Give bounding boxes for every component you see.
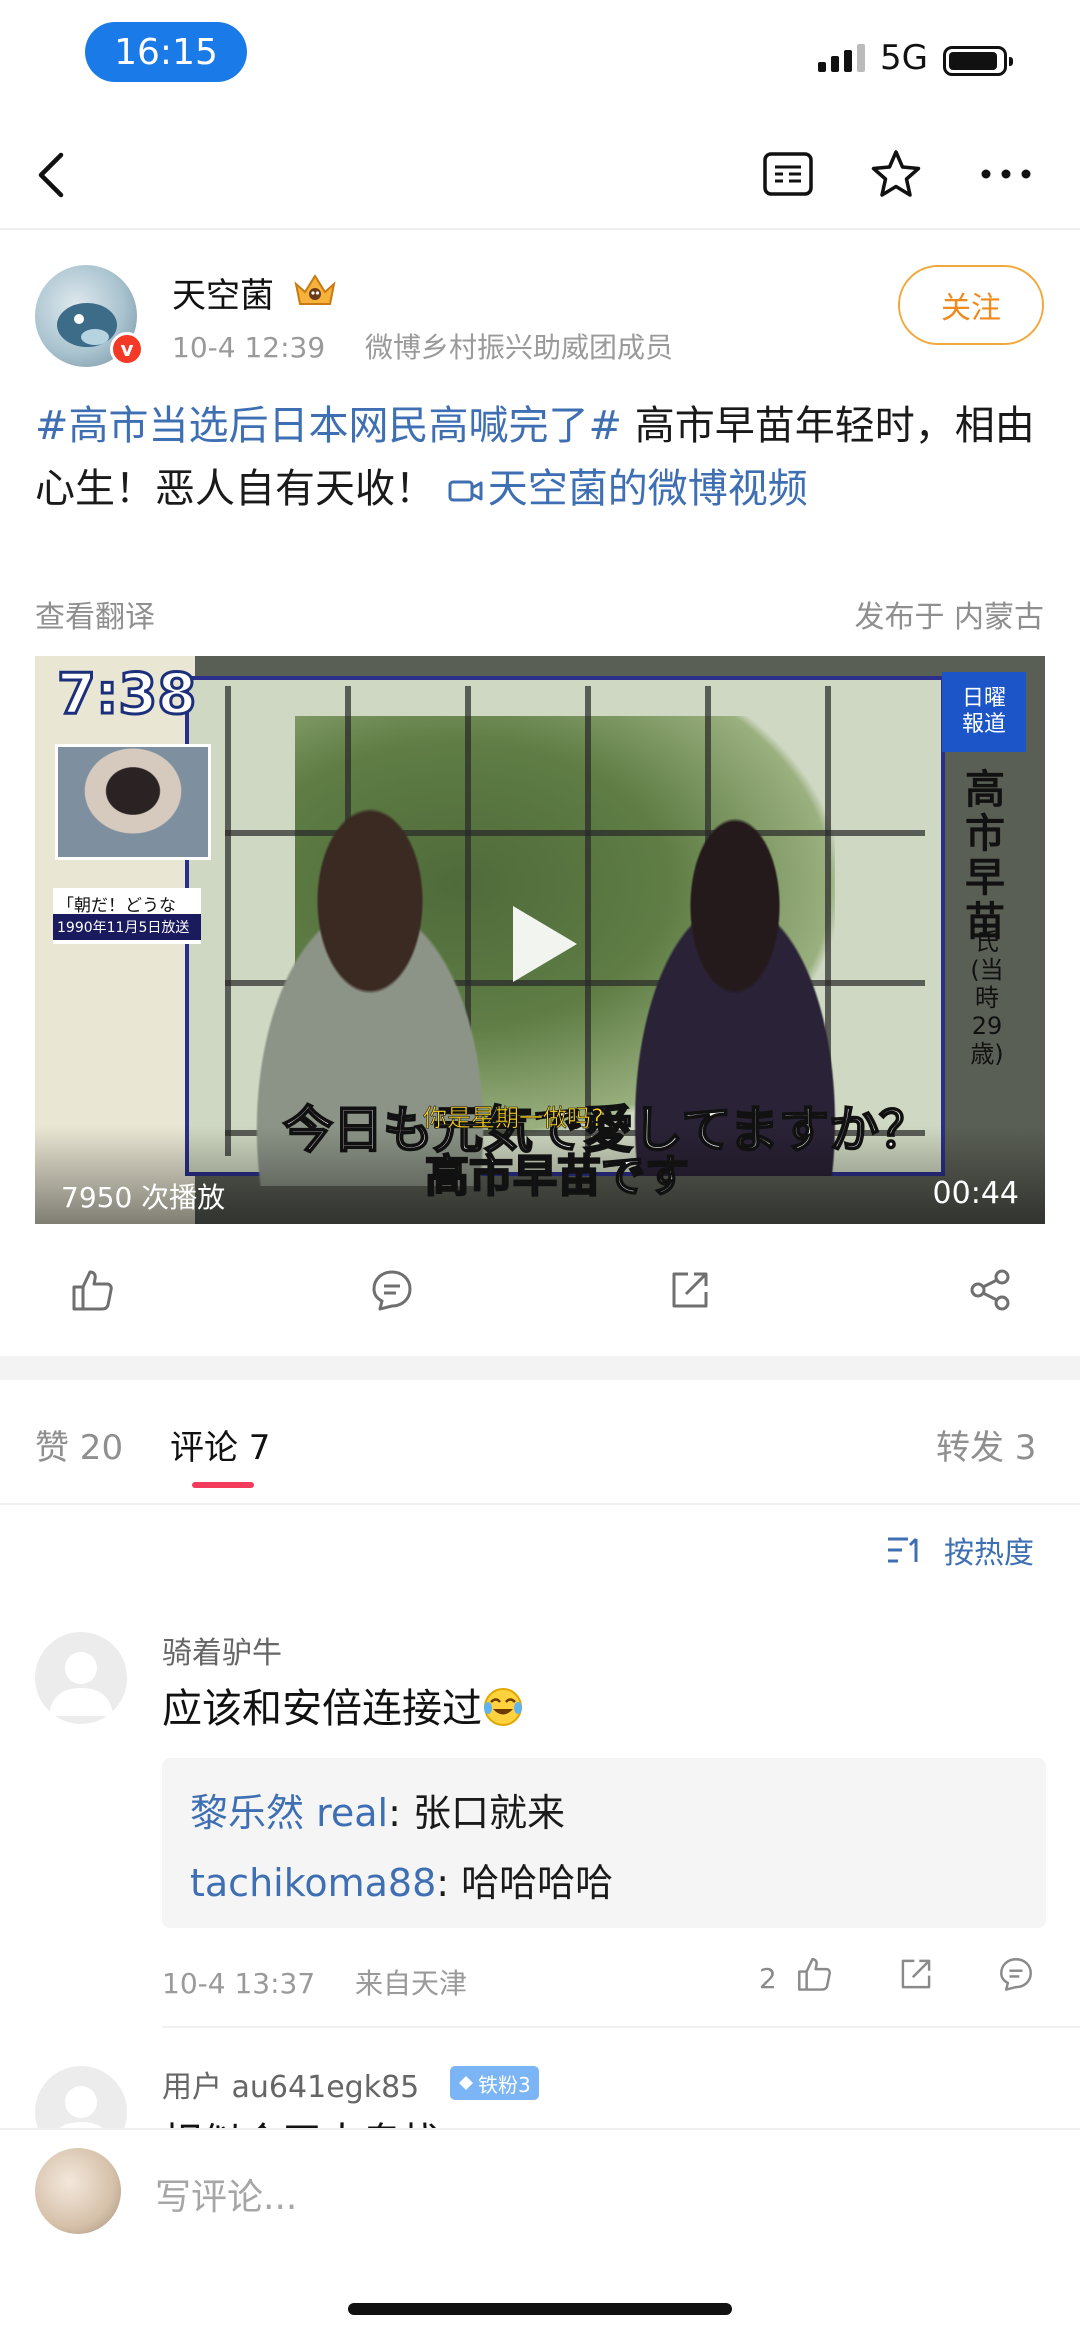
post-location: 发布于 内蒙古 bbox=[854, 600, 1044, 635]
signal-icon bbox=[818, 44, 865, 72]
network-label: 5G bbox=[880, 38, 928, 78]
home-indicator bbox=[348, 2303, 732, 2315]
comment-author[interactable]: 用户 au641egk85 bbox=[162, 2062, 419, 2106]
comment-time: 10-4 13:37 bbox=[162, 1967, 316, 2000]
share-icon[interactable] bbox=[960, 1260, 1020, 1320]
my-avatar[interactable] bbox=[35, 2148, 121, 2234]
sort-icon bbox=[888, 1537, 918, 1563]
reply-text: : 张口就来 bbox=[388, 1791, 565, 1835]
sort-button[interactable]: 按热度 bbox=[886, 1528, 1034, 1572]
reply-item: tachikoma88: 哈哈哈哈 bbox=[190, 1852, 613, 1907]
video-overlay-time: 7:38 bbox=[55, 661, 197, 729]
author-name[interactable]: 天空菌 bbox=[172, 268, 274, 317]
video-link[interactable]: 天空菌的微博视频 bbox=[448, 466, 808, 512]
video-vertical-name: 高市早苗 bbox=[965, 767, 1005, 945]
reply-box[interactable]: 黎乐然 real: 张口就来 tachikoma88: 哈哈哈哈 bbox=[162, 1758, 1046, 1928]
reply-item: 黎乐然 real: 张口就来 bbox=[190, 1782, 565, 1837]
nav-divider bbox=[0, 228, 1080, 230]
post-time: 10-4 12:39 bbox=[172, 331, 326, 364]
comment-icon[interactable] bbox=[362, 1260, 422, 1320]
laugh-cry-emoji-icon bbox=[484, 1688, 522, 1726]
video-link-label: 天空菌的微博视频 bbox=[487, 466, 808, 512]
comment-from: 来自天津 bbox=[354, 1967, 467, 2000]
like-icon[interactable] bbox=[62, 1260, 122, 1320]
crown-icon bbox=[292, 270, 338, 310]
comment-divider bbox=[162, 2026, 1080, 2028]
comment-text: 应该和安倍连接过 bbox=[162, 1676, 524, 1734]
comment-like-icon[interactable] bbox=[796, 1956, 836, 1996]
reply-author[interactable]: 黎乐然 real bbox=[190, 1791, 388, 1835]
video-player[interactable]: 7:38 「朝だ！どうなる」 1990年11月5日放送 日曜報道 高市早苗 氏(… bbox=[35, 656, 1045, 1224]
video-caption-date: 1990年11月5日放送 bbox=[53, 914, 201, 940]
comment-reply-icon[interactable] bbox=[998, 1956, 1038, 1996]
comment-forward-icon[interactable] bbox=[898, 1956, 938, 1996]
video-inset bbox=[55, 744, 211, 860]
tab-reposts[interactable]: 转发 3 bbox=[936, 1420, 1036, 1469]
status-time: 16:15 bbox=[85, 22, 247, 82]
reply-author[interactable]: tachikoma88 bbox=[190, 1861, 436, 1905]
reply-text: : 哈哈哈哈 bbox=[436, 1861, 614, 1905]
diamond-icon bbox=[459, 2076, 473, 2090]
video-subtitle-cn: 你是星期一做吗? bbox=[423, 1104, 604, 1133]
logo-line-2: 報道 bbox=[961, 712, 1006, 737]
tab-comments[interactable]: 评论 7 bbox=[170, 1420, 270, 1469]
more-icon[interactable] bbox=[976, 144, 1036, 204]
star-icon[interactable] bbox=[866, 144, 926, 204]
translate-link[interactable]: 查看翻译 bbox=[35, 592, 155, 636]
post-source: 微博乡村振兴助威团成员 bbox=[364, 331, 673, 364]
sort-label: 按热度 bbox=[944, 1536, 1034, 1571]
video-vertical-note: 氏(当時29歳) bbox=[970, 928, 1004, 1068]
comment-author[interactable]: 骑着驴牛 bbox=[162, 1628, 282, 1672]
reader-icon[interactable] bbox=[756, 144, 820, 204]
follow-button[interactable]: 关注 bbox=[898, 265, 1044, 345]
comment-input[interactable]: 写评论... bbox=[155, 2168, 297, 2220]
section-gap bbox=[0, 1356, 1080, 1380]
logo-line-1: 日曜 bbox=[961, 686, 1006, 711]
tab-likes[interactable]: 赞 20 bbox=[35, 1420, 123, 1469]
video-camera-icon bbox=[448, 480, 483, 502]
video-views: 7950 次播放 bbox=[61, 1181, 226, 1214]
fan-badge-label: 铁粉3 bbox=[478, 2072, 531, 2097]
back-icon[interactable] bbox=[20, 145, 80, 205]
comment-meta: 10-4 13:37 来自天津 bbox=[162, 1962, 467, 2002]
video-duration: 00:44 bbox=[932, 1176, 1019, 1211]
comment-like-count: 2 bbox=[759, 1962, 777, 1995]
comment-avatar[interactable] bbox=[35, 1632, 127, 1724]
play-icon[interactable] bbox=[513, 906, 577, 982]
hashtag-link[interactable]: #高市当选后日本网民高喊完了# bbox=[35, 403, 622, 449]
verified-badge: v bbox=[110, 332, 144, 366]
video-subtitle-jp2: 高市早苗です bbox=[424, 1150, 690, 1203]
comment-text-body: 应该和安倍连接过 bbox=[162, 1686, 482, 1732]
tab-indicator bbox=[192, 1482, 254, 1488]
fan-badge: 铁粉3 bbox=[450, 2066, 539, 2100]
tab-divider bbox=[0, 1503, 1080, 1505]
post-text: #高市当选后日本网民高喊完了# 高市早苗年轻时，相由心生！恶人自有天收！ 天空菌… bbox=[35, 395, 1050, 521]
battery-icon bbox=[943, 46, 1013, 76]
forward-icon[interactable] bbox=[660, 1260, 720, 1320]
video-channel-logo: 日曜 報道 bbox=[942, 672, 1026, 752]
post-meta: 10-4 12:39 微博乡村振兴助威团成员 bbox=[172, 326, 673, 366]
